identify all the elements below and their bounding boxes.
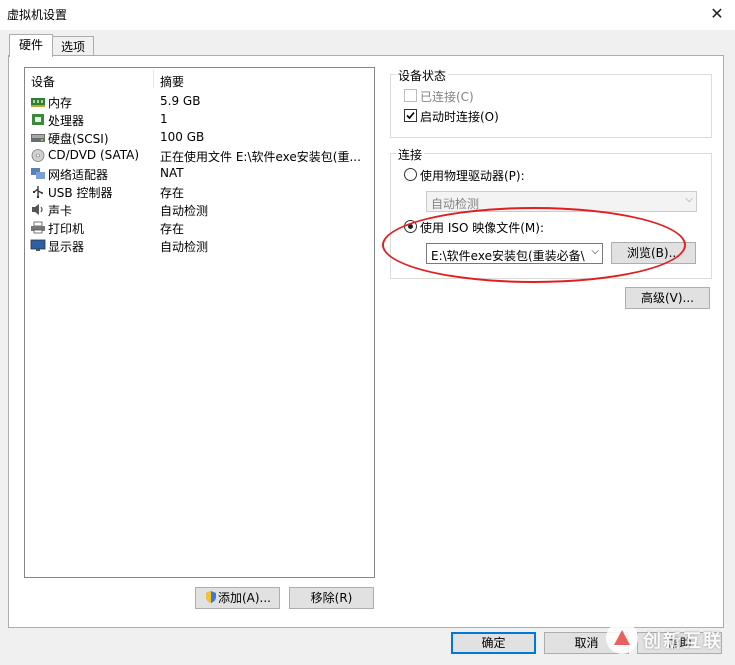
list-item-printer[interactable]: 打印机 存在	[25, 219, 374, 237]
tab-hardware-label: 硬件	[18, 38, 43, 52]
device-name: 处理器	[48, 114, 85, 128]
memory-icon	[31, 98, 45, 107]
watermark: 创新互联	[603, 617, 735, 661]
connection-label: 连接	[396, 146, 425, 163]
hard-disk-icon	[31, 134, 45, 142]
connected-label: 已连接(C)	[420, 90, 474, 104]
title-bar: 虚拟机设置 ✕	[0, 0, 735, 30]
device-name: 内存	[48, 96, 73, 110]
device-summary: 存在	[160, 222, 185, 236]
display-icon	[30, 239, 46, 251]
watermark-logo-icon	[606, 622, 638, 654]
device-summary: 存在	[160, 186, 185, 200]
column-header-summary[interactable]: 摘要	[160, 73, 184, 90]
list-item-display[interactable]: 显示器 自动检测	[25, 237, 374, 255]
connect-on-power-label: 启动时连接(O)	[420, 110, 499, 124]
add-device-button[interactable]: 添加(A)...	[195, 587, 280, 609]
ok-button-label: 确定	[481, 636, 506, 650]
network-adapter-icon	[31, 168, 45, 179]
list-header: 设备 摘要	[25, 68, 374, 90]
device-list[interactable]: 设备 摘要 内存 5.9 GB 处理器 1 硬盘(SCSI) 100 GB CD…	[24, 67, 375, 578]
sound-card-icon	[32, 204, 43, 215]
list-item-hard-disk[interactable]: 硬盘(SCSI) 100 GB	[25, 129, 374, 147]
list-item-memory[interactable]: 内存 5.9 GB	[25, 93, 374, 111]
device-summary: 自动检测	[160, 240, 209, 254]
chevron-down-icon: ⌵	[591, 246, 599, 257]
device-status-label: 设备状态	[396, 67, 449, 84]
printer-icon	[31, 221, 45, 234]
watermark-text: 创新互联	[643, 631, 723, 652]
advanced-button[interactable]: 高级(V)...	[625, 287, 710, 309]
device-name: 硬盘(SCSI)	[48, 132, 109, 146]
column-header-device[interactable]: 设备	[31, 73, 55, 90]
device-name: 显示器	[48, 240, 85, 254]
list-item-network-adapter[interactable]: 网络适配器 NAT	[25, 165, 374, 183]
device-name: USB 控制器	[48, 186, 113, 200]
list-item-cd-dvd[interactable]: CD/DVD (SATA) 正在使用文件 E:\软件exe安装包(重...	[25, 147, 374, 165]
device-summary: NAT	[160, 166, 184, 180]
device-summary: 5.9 GB	[160, 94, 201, 108]
remove-device-button[interactable]: 移除(R)	[289, 587, 374, 609]
physical-drive-select[interactable]: 自动检测 ⌵	[426, 191, 697, 212]
iso-image-label: 使用 ISO 映像文件(M):	[420, 221, 544, 235]
usb-icon	[33, 186, 43, 198]
device-name: CD/DVD (SATA)	[48, 148, 140, 162]
cancel-button-label: 取消	[574, 636, 599, 650]
browse-button[interactable]: 浏览(B)...	[611, 242, 696, 264]
device-name: 打印机	[48, 222, 85, 236]
physical-drive-label: 使用物理驱动器(P):	[420, 169, 525, 183]
device-summary: 100 GB	[160, 130, 205, 144]
vm-settings-window: 虚拟机设置 ✕ 硬件 选项 设备 摘要 内存 5.9 GB 处理器 1 硬盘(S…	[0, 0, 735, 665]
checkmark-icon	[406, 111, 415, 120]
device-summary: 自动检测	[160, 204, 209, 218]
iso-path-value: E:\软件exe安装包(重装必备\	[431, 249, 585, 263]
list-item-usb[interactable]: USB 控制器 存在	[25, 183, 374, 201]
tab-options[interactable]: 选项	[52, 36, 94, 57]
iso-path-select[interactable]: E:\软件exe安装包(重装必备\ ⌵	[426, 243, 603, 264]
cd-dvd-icon	[31, 149, 45, 162]
add-device-button-label: 添加(A)...	[217, 591, 272, 605]
window-title: 虚拟机设置	[7, 8, 68, 22]
physical-drive-radio[interactable]	[404, 168, 417, 181]
physical-drive-value: 自动检测	[431, 197, 480, 211]
shield-icon	[205, 591, 216, 603]
list-item-processor[interactable]: 处理器 1	[25, 111, 374, 129]
advanced-button-label: 高级(V)...	[640, 291, 695, 305]
device-summary: 正在使用文件 E:\软件exe安装包(重...	[160, 150, 361, 164]
device-name: 网络适配器	[48, 168, 109, 182]
close-icon[interactable]: ✕	[705, 2, 729, 26]
browse-button-label: 浏览(B)...	[626, 246, 681, 260]
iso-image-radio[interactable]	[404, 220, 417, 233]
remove-device-button-label: 移除(R)	[310, 591, 353, 605]
ok-button[interactable]: 确定	[451, 632, 536, 654]
device-summary: 1	[160, 112, 168, 126]
connect-on-power-checkbox[interactable]	[404, 109, 417, 122]
chevron-down-icon: ⌵	[685, 194, 693, 205]
connected-checkbox[interactable]	[404, 89, 417, 102]
device-name: 声卡	[48, 204, 73, 218]
list-item-sound-card[interactable]: 声卡 自动检测	[25, 201, 374, 219]
processor-icon	[32, 114, 44, 125]
tab-hardware[interactable]: 硬件	[9, 34, 53, 57]
tab-options-label: 选项	[60, 40, 85, 54]
